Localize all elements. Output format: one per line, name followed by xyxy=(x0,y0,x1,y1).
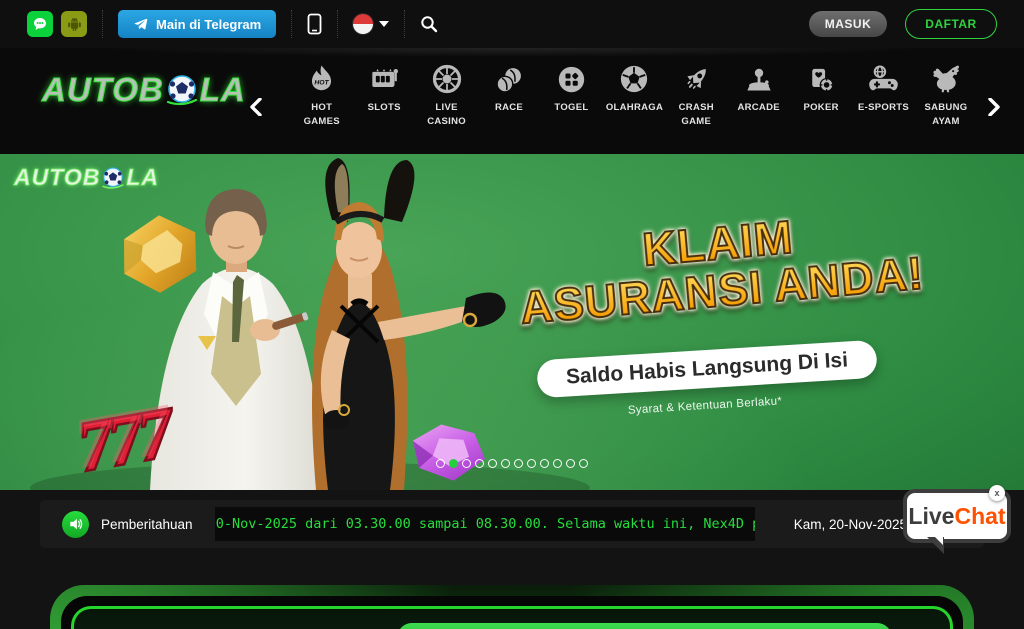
nav-item-label: RACE xyxy=(494,102,524,113)
divider xyxy=(102,10,103,38)
carousel-dot-8[interactable] xyxy=(540,459,549,468)
divider xyxy=(404,10,406,38)
mobile-phone-icon[interactable] xyxy=(307,13,322,35)
banner-logo-text-left: AUTOB xyxy=(14,164,101,191)
carousel-dots xyxy=(0,459,1024,468)
bottom-content-frame xyxy=(50,585,974,629)
divider xyxy=(291,10,293,38)
rooster-icon xyxy=(932,60,960,94)
notification-label: Pemberitahuan xyxy=(101,516,193,532)
carousel-dot-5[interactable] xyxy=(501,459,510,468)
bottom-frame-inner-band xyxy=(61,596,963,629)
telegram-plane-icon xyxy=(134,18,148,30)
flame-hot-icon: HOT xyxy=(308,60,335,94)
nav-item-race[interactable]: RACE xyxy=(479,60,539,130)
hero-banner-slide[interactable]: 777 777 AUTOB LA KLAIM ASURANSI ANDA! Sa… xyxy=(0,154,1024,490)
nav-menu: HOT HOT GAMES SLOTS LIVE CASINO RACE TOG… xyxy=(292,60,976,130)
carousel-dot-3[interactable] xyxy=(475,459,484,468)
livechat-close-button[interactable]: x xyxy=(989,485,1005,501)
roulette-icon xyxy=(432,60,462,94)
top-bar: Main di Telegram MASUK DAFTAR xyxy=(0,0,1024,48)
indonesia-flag-icon xyxy=(353,14,374,34)
nav-item-label: ARCADE xyxy=(737,102,780,113)
main-navigation: AUTOB LA HOT HOT GAMES SLOTS LIVE CASINO xyxy=(0,48,1024,154)
nav-item-hot-games[interactable]: HOT HOT GAMES xyxy=(292,60,352,130)
chat-bubble-icon[interactable] xyxy=(27,11,53,37)
nav-item-label: E-SPORTS xyxy=(858,102,910,113)
cards-chip-icon xyxy=(807,60,835,94)
carousel-dot-0[interactable] xyxy=(436,459,445,468)
livechat-bubble-tail xyxy=(927,534,944,554)
nav-item-esports[interactable]: E-SPORTS xyxy=(854,60,914,130)
nav-scroll-right-button[interactable] xyxy=(984,94,1004,120)
topbar-left-group: Main di Telegram xyxy=(27,10,438,38)
logo-text-left: AUTOB xyxy=(42,71,164,109)
soccer-ball-logo-icon xyxy=(165,73,199,107)
livechat-label-chat: Chat xyxy=(954,502,1006,529)
notification-date: Kam, 20-Nov-2025 xyxy=(793,516,907,532)
nav-item-label: LIVE CASINO xyxy=(427,102,466,128)
topbar-right-group: MASUK DAFTAR xyxy=(809,9,997,39)
speaker-icon xyxy=(62,510,89,538)
notification-marquee: 20-Nov-2025 dari 03.30.00 sampai 08.30.0… xyxy=(214,507,755,541)
carousel-dot-4[interactable] xyxy=(488,459,497,468)
nav-item-sabung-ayam[interactable]: SABUNG AYAM xyxy=(916,60,976,130)
livechat-label-live: Live xyxy=(908,502,955,529)
carousel-dot-7[interactable] xyxy=(527,459,536,468)
nav-item-label: SABUNG AYAM xyxy=(924,102,968,128)
rocket-icon xyxy=(682,60,711,94)
svg-text:HOT: HOT xyxy=(315,80,330,87)
race-balls-icon xyxy=(495,60,523,94)
carousel-dot-2[interactable] xyxy=(462,459,471,468)
notification-bar: Pemberitahuan 20-Nov-2025 dari 03.30.00 … xyxy=(40,500,984,548)
nav-item-arcade[interactable]: ARCADE xyxy=(729,60,789,130)
nav-item-label: HOT GAMES xyxy=(303,102,340,128)
telegram-button[interactable]: Main di Telegram xyxy=(118,10,277,38)
joystick-icon xyxy=(744,60,774,94)
search-icon[interactable] xyxy=(420,15,438,33)
nav-item-crash-game[interactable]: CRASH GAME xyxy=(666,60,726,130)
carousel-dot-6[interactable] xyxy=(514,459,523,468)
bottom-frame-green-border xyxy=(71,606,953,629)
nav-item-slots[interactable]: SLOTS xyxy=(354,60,414,130)
slot-machine-icon xyxy=(370,60,399,94)
nav-item-label: TOGEL xyxy=(554,102,589,113)
banner-logo-text-right: LA xyxy=(126,164,160,191)
carousel-dot-10[interactable] xyxy=(566,459,575,468)
nav-scroll-left-button[interactable] xyxy=(246,94,266,120)
livechat-widget: Live Chat x xyxy=(903,485,1015,554)
language-selector[interactable] xyxy=(353,14,390,34)
nav-item-label: CRASH GAME xyxy=(678,102,714,128)
bottom-frame-green-pill xyxy=(397,623,892,629)
nav-item-togel[interactable]: TOGEL xyxy=(541,60,601,130)
soccer-ball-logo-icon xyxy=(101,166,125,190)
register-button[interactable]: DAFTAR xyxy=(905,9,997,39)
carousel-dot-1[interactable] xyxy=(449,459,458,468)
divider xyxy=(337,10,339,38)
nav-item-label: OLAHRAGA xyxy=(605,102,664,113)
gamepad-globe-icon xyxy=(868,60,899,94)
nav-item-label: SLOTS xyxy=(367,102,401,113)
lottery-ball-icon xyxy=(557,60,586,94)
nav-item-live-casino[interactable]: LIVE CASINO xyxy=(417,60,477,130)
carousel-dot-9[interactable] xyxy=(553,459,562,468)
banner-logo: AUTOB LA xyxy=(14,164,159,191)
android-icon[interactable] xyxy=(61,11,87,37)
carousel-dot-11[interactable] xyxy=(579,459,588,468)
nav-item-poker[interactable]: POKER xyxy=(791,60,851,130)
chevron-down-icon xyxy=(379,21,390,27)
logo-text-right: LA xyxy=(199,71,246,109)
telegram-button-label: Main di Telegram xyxy=(156,16,262,32)
livechat-button[interactable]: Live Chat x xyxy=(903,485,1011,554)
notification-marquee-text: 20-Nov-2025 dari 03.30.00 sampai 08.30.0… xyxy=(214,516,755,532)
soccer-ball-icon xyxy=(619,60,649,94)
nav-item-olahraga[interactable]: OLAHRAGA xyxy=(604,60,664,130)
login-button[interactable]: MASUK xyxy=(809,11,887,37)
nav-item-label: POKER xyxy=(803,102,839,113)
site-logo[interactable]: AUTOB LA xyxy=(42,60,246,120)
